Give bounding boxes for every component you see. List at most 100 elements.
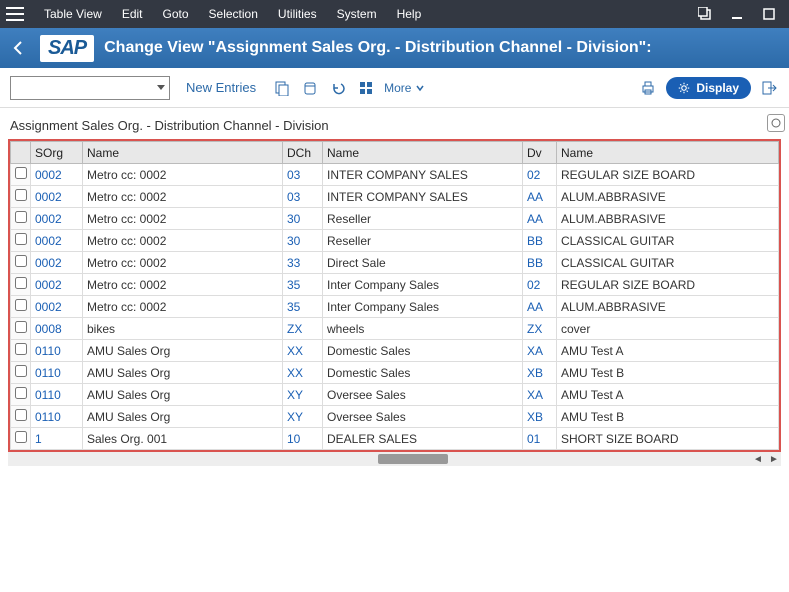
cell-dv[interactable]: ZX bbox=[523, 318, 557, 340]
command-field[interactable] bbox=[10, 76, 170, 100]
copy-as-icon[interactable] bbox=[272, 78, 292, 98]
cell-dch[interactable]: 35 bbox=[283, 296, 323, 318]
row-selector[interactable] bbox=[11, 186, 31, 208]
cell-dv[interactable]: 01 bbox=[523, 428, 557, 450]
cell-sorg[interactable]: 0002 bbox=[31, 252, 83, 274]
menu-table-view[interactable]: Table View bbox=[36, 3, 110, 25]
cell-sorg[interactable]: 0002 bbox=[31, 230, 83, 252]
cell-sorg[interactable]: 0002 bbox=[31, 274, 83, 296]
table-row[interactable]: 0110AMU Sales OrgXXDomestic SalesXBAMU T… bbox=[11, 362, 779, 384]
cell-sorg[interactable]: 0110 bbox=[31, 406, 83, 428]
table-row[interactable]: 0002Metro cc: 000230ResellerAAALUM.ABBRA… bbox=[11, 208, 779, 230]
row-selector[interactable] bbox=[11, 252, 31, 274]
cell-dch[interactable]: XY bbox=[283, 406, 323, 428]
cell-dch[interactable]: 10 bbox=[283, 428, 323, 450]
table-row[interactable]: 0002Metro cc: 000235Inter Company Sales0… bbox=[11, 274, 779, 296]
print-icon[interactable] bbox=[638, 78, 658, 98]
cell-dv[interactable]: XB bbox=[523, 406, 557, 428]
table-row[interactable]: 0110AMU Sales OrgXXDomestic SalesXAAMU T… bbox=[11, 340, 779, 362]
table-row[interactable]: 0110AMU Sales OrgXYOversee SalesXAAMU Te… bbox=[11, 384, 779, 406]
delete-icon[interactable] bbox=[300, 78, 320, 98]
cell-sorg[interactable]: 0110 bbox=[31, 362, 83, 384]
cell-dv[interactable]: 02 bbox=[523, 274, 557, 296]
row-checkbox[interactable] bbox=[15, 277, 27, 289]
cell-sorg[interactable]: 0110 bbox=[31, 384, 83, 406]
table-row[interactable]: 0002Metro cc: 000230ResellerBBCLASSICAL … bbox=[11, 230, 779, 252]
col-select[interactable] bbox=[11, 142, 31, 164]
row-checkbox[interactable] bbox=[15, 233, 27, 245]
col-sorg[interactable]: SOrg bbox=[31, 142, 83, 164]
undo-icon[interactable] bbox=[328, 78, 348, 98]
cell-dch[interactable]: 30 bbox=[283, 230, 323, 252]
cell-sorg[interactable]: 0110 bbox=[31, 340, 83, 362]
maximize-icon[interactable] bbox=[761, 6, 777, 22]
cell-sorg[interactable]: 0002 bbox=[31, 186, 83, 208]
cell-dch[interactable]: XX bbox=[283, 362, 323, 384]
display-button[interactable]: Display bbox=[666, 77, 751, 99]
row-checkbox[interactable] bbox=[15, 211, 27, 223]
cell-dv[interactable]: AA bbox=[523, 186, 557, 208]
more-menu[interactable]: More bbox=[384, 81, 425, 95]
row-checkbox[interactable] bbox=[15, 299, 27, 311]
scroll-right-icon[interactable]: ► bbox=[767, 454, 781, 465]
table-row[interactable]: 0002Metro cc: 000203INTER COMPANY SALESA… bbox=[11, 186, 779, 208]
row-selector[interactable] bbox=[11, 362, 31, 384]
cell-dv[interactable]: BB bbox=[523, 252, 557, 274]
row-selector[interactable] bbox=[11, 230, 31, 252]
new-window-icon[interactable] bbox=[697, 6, 713, 22]
menu-utilities[interactable]: Utilities bbox=[270, 3, 325, 25]
cell-dch[interactable]: 03 bbox=[283, 186, 323, 208]
cell-dv[interactable]: XB bbox=[523, 362, 557, 384]
cell-dch[interactable]: 33 bbox=[283, 252, 323, 274]
row-checkbox[interactable] bbox=[15, 431, 27, 443]
row-selector[interactable] bbox=[11, 296, 31, 318]
menu-edit[interactable]: Edit bbox=[114, 3, 151, 25]
select-all-icon[interactable] bbox=[356, 78, 376, 98]
hamburger-icon[interactable] bbox=[6, 7, 24, 21]
table-row[interactable]: 1Sales Org. 00110DEALER SALES01SHORT SIZ… bbox=[11, 428, 779, 450]
row-selector[interactable] bbox=[11, 384, 31, 406]
cell-sorg[interactable]: 1 bbox=[31, 428, 83, 450]
cell-dch[interactable]: 35 bbox=[283, 274, 323, 296]
cell-sorg[interactable]: 0002 bbox=[31, 208, 83, 230]
row-checkbox[interactable] bbox=[15, 365, 27, 377]
table-row[interactable]: 0002Metro cc: 000233Direct SaleBBCLASSIC… bbox=[11, 252, 779, 274]
back-button[interactable] bbox=[6, 36, 30, 60]
row-selector[interactable] bbox=[11, 406, 31, 428]
scroll-left-icon[interactable]: ◄ bbox=[751, 454, 765, 465]
row-checkbox[interactable] bbox=[15, 167, 27, 179]
new-entries-button[interactable]: New Entries bbox=[178, 76, 264, 99]
cell-dv[interactable]: XA bbox=[523, 340, 557, 362]
cell-dv[interactable]: 02 bbox=[523, 164, 557, 186]
cell-sorg[interactable]: 0002 bbox=[31, 164, 83, 186]
table-row[interactable]: 0008bikesZXwheelsZXcover bbox=[11, 318, 779, 340]
cell-sorg[interactable]: 0002 bbox=[31, 296, 83, 318]
cell-dv[interactable]: AA bbox=[523, 208, 557, 230]
cell-dv[interactable]: XA bbox=[523, 384, 557, 406]
col-dch[interactable]: DCh bbox=[283, 142, 323, 164]
row-checkbox[interactable] bbox=[15, 387, 27, 399]
col-name1[interactable]: Name bbox=[83, 142, 283, 164]
cell-dv[interactable]: BB bbox=[523, 230, 557, 252]
menu-selection[interactable]: Selection bbox=[201, 3, 266, 25]
col-name2[interactable]: Name bbox=[323, 142, 523, 164]
row-checkbox[interactable] bbox=[15, 189, 27, 201]
cell-dch[interactable]: 03 bbox=[283, 164, 323, 186]
table-row[interactable]: 0110AMU Sales OrgXYOversee SalesXBAMU Te… bbox=[11, 406, 779, 428]
minimize-icon[interactable] bbox=[729, 6, 745, 22]
cell-dch[interactable]: 30 bbox=[283, 208, 323, 230]
cell-dv[interactable]: AA bbox=[523, 296, 557, 318]
table-row[interactable]: 0002Metro cc: 000203INTER COMPANY SALES0… bbox=[11, 164, 779, 186]
row-selector[interactable] bbox=[11, 340, 31, 362]
row-selector[interactable] bbox=[11, 274, 31, 296]
cell-dch[interactable]: XX bbox=[283, 340, 323, 362]
row-checkbox[interactable] bbox=[15, 255, 27, 267]
exit-icon[interactable] bbox=[759, 78, 779, 98]
row-checkbox[interactable] bbox=[15, 409, 27, 421]
cell-dch[interactable]: XY bbox=[283, 384, 323, 406]
row-selector[interactable] bbox=[11, 428, 31, 450]
cell-sorg[interactable]: 0008 bbox=[31, 318, 83, 340]
row-checkbox[interactable] bbox=[15, 343, 27, 355]
row-selector[interactable] bbox=[11, 164, 31, 186]
row-selector[interactable] bbox=[11, 208, 31, 230]
